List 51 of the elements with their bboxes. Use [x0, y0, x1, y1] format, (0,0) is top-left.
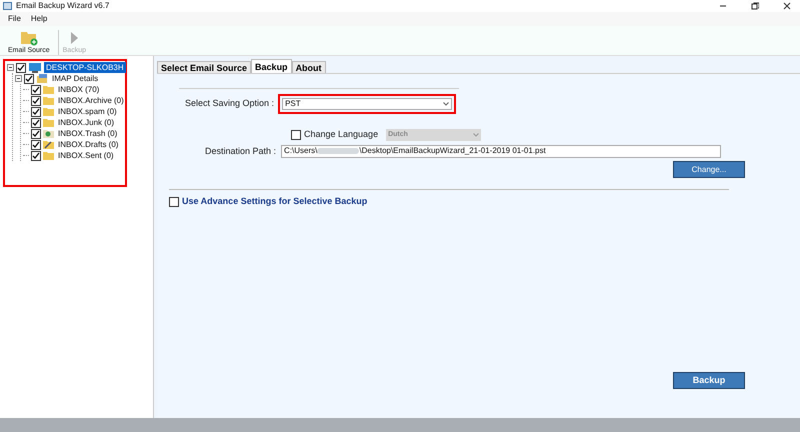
app-icon — [3, 2, 12, 10]
change-button[interactable]: Change... — [673, 161, 745, 178]
close-icon[interactable] — [783, 2, 791, 10]
folder-icon — [43, 107, 54, 116]
checkbox[interactable] — [169, 196, 179, 207]
checkbox[interactable] — [31, 150, 41, 160]
restore-icon[interactable] — [751, 2, 759, 10]
tree-item[interactable]: INBOX.Drafts (0) — [56, 139, 120, 150]
checkbox-label: Change Language — [304, 128, 378, 141]
tree-item[interactable]: INBOX.Junk (0) — [56, 117, 116, 128]
checkbox[interactable] — [24, 74, 34, 84]
chevron-down-icon — [443, 102, 450, 106]
chevron-down-icon — [473, 132, 480, 137]
folder-icon — [43, 96, 54, 105]
saving-option-dropdown[interactable]: PST — [282, 98, 452, 110]
tab[interactable]: Backup — [251, 59, 292, 73]
tree-item[interactable]: IMAP Details — [50, 73, 100, 84]
backup-button[interactable]: Backup — [673, 372, 745, 390]
pencil-folder-icon — [43, 140, 54, 149]
checkbox[interactable] — [31, 118, 41, 128]
blurred-text — [317, 148, 360, 154]
checkbox[interactable] — [16, 62, 26, 72]
field-label: Select Saving Option : — [185, 97, 274, 110]
tree-item[interactable]: DESKTOP-SLKOB3H — [44, 62, 126, 73]
folder-icon — [43, 151, 54, 160]
stack-icon — [36, 74, 48, 84]
recycle-icon — [43, 129, 54, 138]
destination-path-field[interactable]: C:\Users\ \Desktop\EmailBackupWizard_21-01-2019 01-01.pst — [281, 144, 722, 158]
checkbox[interactable] — [31, 84, 41, 94]
tree-item[interactable]: INBOX.Trash (0) — [56, 128, 120, 139]
folder-icon — [43, 85, 54, 94]
checkbox[interactable] — [31, 128, 41, 138]
folder-icon — [43, 118, 54, 127]
tree-item[interactable]: INBOX (70) — [56, 84, 102, 95]
tab[interactable]: Select Email Source — [157, 61, 252, 73]
checkbox[interactable] — [31, 140, 41, 150]
tree-item[interactable]: INBOX.spam (0) — [56, 106, 119, 117]
checkbox-label: Use Advance Settings for Selective Backup — [182, 195, 368, 208]
field-label: Destination Path : — [205, 144, 276, 158]
window-title: Email Backup Wizard v6.7 — [16, 0, 110, 12]
checkbox[interactable] — [31, 106, 41, 116]
folder-plus-icon — [20, 30, 38, 46]
tab[interactable]: About — [292, 61, 326, 73]
menu-item[interactable]: Help — [30, 13, 48, 25]
tree-item[interactable]: INBOX.Archive (0) — [56, 95, 126, 106]
menu-item[interactable]: File — [8, 13, 21, 25]
play-icon — [69, 30, 80, 46]
tree-item[interactable]: INBOX.Sent (0) — [56, 150, 116, 161]
computer-icon — [28, 62, 42, 72]
checkbox[interactable] — [291, 130, 301, 140]
checkbox[interactable] — [31, 96, 41, 106]
